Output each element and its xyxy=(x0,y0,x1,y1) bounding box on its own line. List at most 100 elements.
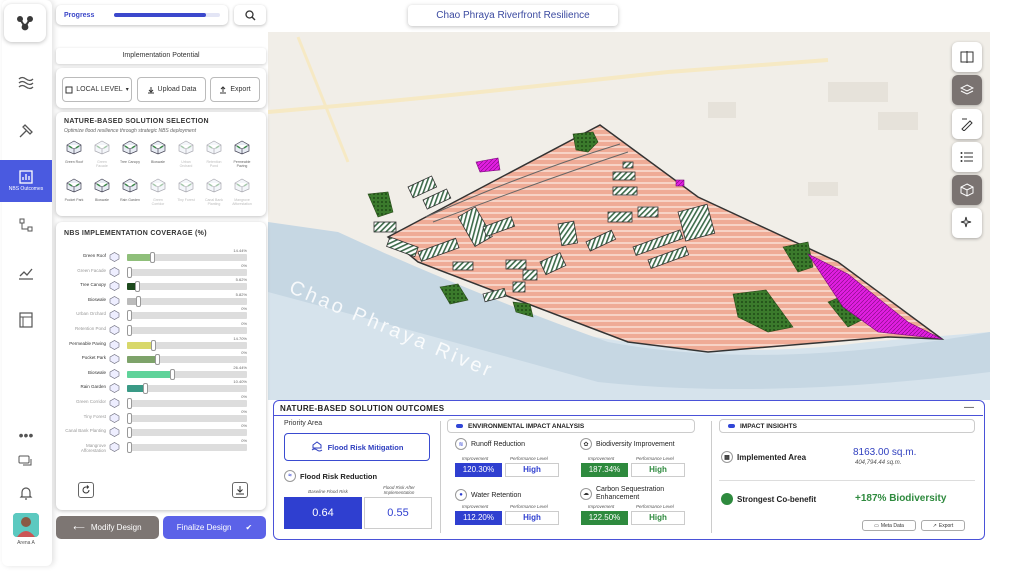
nbs-option[interactable]: Green Corridor xyxy=(147,175,169,206)
nbs-option[interactable]: Retention Pond xyxy=(203,137,225,168)
cube-icon xyxy=(960,183,974,197)
implementation-potential-header: Implementation Potential xyxy=(56,48,266,64)
priority-area-value: Flood Risk Mitigation xyxy=(284,433,430,461)
check-icon: ✔ xyxy=(245,523,253,532)
coverage-slider[interactable]: 0% xyxy=(127,306,247,322)
layers-icon xyxy=(960,84,974,95)
analytics-icon[interactable] xyxy=(6,258,46,288)
coverage-percent: 0% xyxy=(241,408,247,414)
export-button[interactable]: Export xyxy=(210,77,260,102)
export-outcomes-label: Export xyxy=(938,522,954,529)
outcomes-icon xyxy=(19,170,33,184)
progress-indicator: Progress xyxy=(56,5,228,25)
water-icon[interactable] xyxy=(6,68,46,98)
slider-handle[interactable] xyxy=(127,266,132,278)
app-logo[interactable] xyxy=(4,4,46,42)
flood-risk-reduction-title: Flood Risk Reduction xyxy=(300,471,378,481)
carbon-level: High xyxy=(631,511,685,525)
total-area-value: 404,794.44 sq.m. xyxy=(855,460,902,466)
slider-handle[interactable] xyxy=(135,281,141,293)
map-view[interactable]: Chao Phraya River xyxy=(268,32,990,400)
avatar[interactable] xyxy=(13,513,39,537)
cobenefit-label: Strongest Co-benefit xyxy=(737,494,817,504)
cobenefit-value: +187% Biodiversity xyxy=(855,493,947,504)
slider-handle[interactable] xyxy=(127,427,132,439)
coverage-percent: 10.40% xyxy=(233,379,247,385)
more-icon[interactable]: ••• xyxy=(6,420,46,450)
coverage-slider[interactable]: 14.44% xyxy=(127,248,247,263)
coverage-row: Green Facade 0% xyxy=(62,263,252,278)
meta-data-button[interactable]: ▭ Meta Data xyxy=(862,520,916,531)
reset-button[interactable] xyxy=(78,482,94,498)
nbs-option[interactable]: Permeable Paving xyxy=(231,137,253,168)
notification-bell-icon[interactable] xyxy=(6,478,46,508)
performance-label: Performance Level xyxy=(636,504,674,509)
coverage-slider[interactable]: 0% xyxy=(127,263,247,278)
nbs-option[interactable]: Bioswale xyxy=(91,175,113,202)
coverage-slider[interactable]: 0% xyxy=(127,321,247,336)
slider-handle[interactable] xyxy=(127,310,132,322)
nbs-option-label: Green Roof xyxy=(64,160,84,164)
coverage-slider[interactable]: 0% xyxy=(127,409,247,424)
3d-view-button[interactable] xyxy=(952,175,982,205)
nbs-option[interactable]: Rain Garden xyxy=(119,175,141,202)
slider-handle[interactable] xyxy=(127,325,132,336)
chat-icon[interactable] xyxy=(6,447,46,477)
nbs-option[interactable]: Tree Canopy xyxy=(119,137,141,164)
search-button[interactable] xyxy=(234,5,266,25)
nbs-building-icon xyxy=(150,178,166,193)
water-retention-improvement: 112.20% xyxy=(455,511,502,525)
report-icon[interactable] xyxy=(6,305,46,335)
nbs-type-icon xyxy=(109,441,120,452)
coverage-percent: 0% xyxy=(241,423,247,429)
slider-handle[interactable] xyxy=(127,441,132,453)
design-tools-icon[interactable] xyxy=(6,116,46,146)
nbs-type-icon xyxy=(109,295,120,306)
download-button[interactable] xyxy=(232,482,248,498)
slider-handle[interactable] xyxy=(127,412,132,424)
coverage-slider[interactable]: 14.70% xyxy=(127,336,247,351)
layers-button[interactable] xyxy=(952,75,982,105)
coverage-slider[interactable]: 10.40% xyxy=(127,379,247,395)
nbs-option[interactable]: Mangrove Afforestation xyxy=(231,175,253,206)
ai-assist-button[interactable] xyxy=(952,208,982,238)
modify-design-button[interactable]: ⟵ Modify Design xyxy=(56,516,159,539)
coverage-slider[interactable]: 5.82% xyxy=(127,292,247,307)
slider-handle[interactable] xyxy=(150,339,156,351)
upload-data-button[interactable]: Upload Data xyxy=(137,77,206,102)
nbs-option[interactable]: Green Roof xyxy=(63,137,85,164)
slider-handle[interactable] xyxy=(154,354,160,366)
nbs-option-label: Green Corridor xyxy=(151,198,165,206)
cobenefit-label-row: Strongest Co-benefit xyxy=(721,493,816,505)
coverage-title: NBS IMPLEMENTATION COVERAGE (%) xyxy=(64,230,207,237)
nbs-option[interactable]: Urban Orchard xyxy=(175,137,197,168)
coverage-slider[interactable]: 5.62% xyxy=(127,277,247,293)
coverage-slider[interactable]: 0% xyxy=(127,438,247,453)
slider-handle[interactable] xyxy=(127,398,132,409)
level-select[interactable]: LOCAL LEVEL ▾ xyxy=(62,77,132,102)
slider-handle[interactable] xyxy=(170,368,176,380)
draw-button[interactable] xyxy=(952,109,982,139)
finalize-design-button[interactable]: Finalize Design ✔ xyxy=(163,516,266,539)
legend-button[interactable] xyxy=(952,142,982,172)
coverage-label: Retention Pond xyxy=(74,326,106,331)
split-view-button[interactable] xyxy=(952,42,982,72)
nbs-option[interactable]: Tiny Forest xyxy=(175,175,197,202)
coverage-label: Tree Canopy xyxy=(80,282,106,288)
nbs-option[interactable]: Bioswale xyxy=(147,137,169,164)
slider-handle[interactable] xyxy=(143,383,149,395)
nbs-option[interactable]: Pocket Park xyxy=(63,175,85,202)
coverage-slider[interactable]: 0% xyxy=(127,423,247,439)
nbs-option[interactable]: Green Facade xyxy=(91,137,113,168)
slider-handle[interactable] xyxy=(135,295,141,307)
workflow-icon[interactable] xyxy=(6,210,46,240)
minimize-icon[interactable]: — xyxy=(964,402,974,413)
coverage-row: Permeable Paving 14.70% xyxy=(62,336,252,351)
coverage-slider[interactable]: 0% xyxy=(127,350,247,366)
coverage-slider[interactable]: 26.44% xyxy=(127,365,247,380)
slider-handle[interactable] xyxy=(149,252,155,263)
coverage-slider[interactable]: 0% xyxy=(127,394,247,409)
nav-nbs-outcomes[interactable]: NBS Outcomes xyxy=(0,160,52,202)
export-outcomes-button[interactable]: ↗ Export xyxy=(921,520,965,531)
nbs-option[interactable]: Canal Bank Planting xyxy=(203,175,225,206)
